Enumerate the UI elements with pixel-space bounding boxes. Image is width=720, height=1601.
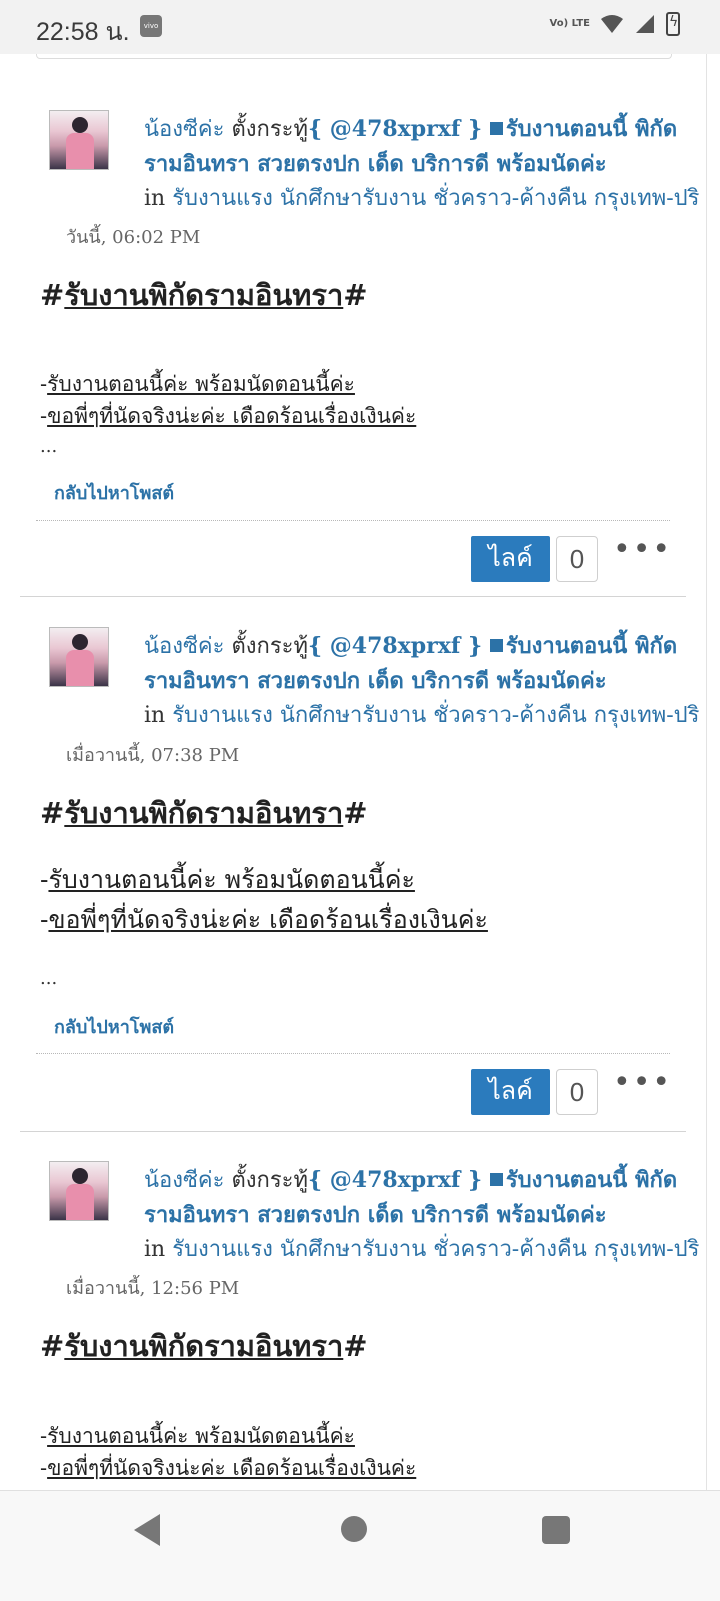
post-meta: น้องซีค่ะ ตั้งกระทู้{ @478xprxf } รับงาน… (144, 112, 720, 216)
body-line: -รับงานตอนนี้ค่ะ พร้อมนัดตอนนี้ค่ะ (40, 1424, 355, 1448)
like-button[interactable]: ไลค์ (471, 536, 550, 582)
recents-square-icon[interactable] (542, 1516, 570, 1544)
handle-text: { @478xprxf } (307, 633, 483, 659)
post-meta: น้องซีค่ะ ตั้งกระทู้{ @478xprxf } รับงาน… (144, 1163, 720, 1267)
more-options-icon[interactable]: ••• (613, 535, 672, 565)
body-link[interactable]: รับงานตอนนี้ค่ะ พร้อมนัดตอนนี้ค่ะ (47, 1424, 355, 1448)
action-text: ตั้งกระทู้ (231, 117, 308, 142)
status-bar: 22:58 น. vivo Vo) LTE (0, 0, 720, 54)
handle-text: { @478xprxf } (307, 1167, 483, 1193)
body-line: -ขอพี่ๆที่นัดจริงน่ะค่ะ เดือดร้อนเรื่องเ… (40, 905, 488, 934)
content-right-border (706, 54, 707, 1490)
back-triangle-icon[interactable] (134, 1514, 160, 1546)
post-separator (20, 1131, 686, 1132)
cellular-signal-icon (636, 15, 654, 33)
square-bullet-icon (489, 122, 503, 135)
status-icons: Vo) LTE (550, 12, 680, 36)
post-title-link-cont[interactable]: รามอินทรา สวยตรงปก เด็ด บริการดี พร้อมนั… (144, 668, 607, 694)
back-to-post-link[interactable]: กลับไปหาโพสต์ (54, 1012, 174, 1041)
post-title-link-cont[interactable]: รามอินทรา สวยตรงปก เด็ด บริการดี พร้อมนั… (144, 151, 607, 177)
feed: น้องซีค่ะ ตั้งกระทู้{ @478xprxf } รับงาน… (0, 54, 720, 1490)
avatar[interactable] (49, 110, 109, 170)
square-bullet-icon (489, 639, 503, 652)
body-link[interactable]: ขอพี่ๆที่นัดจริงน่ะค่ะ เดือดร้อนเรื่องเง… (48, 905, 487, 934)
back-to-post-link[interactable]: กลับไปหาโพสต์ (54, 478, 174, 507)
home-circle-icon[interactable] (341, 1516, 367, 1542)
like-count: 0 (556, 536, 598, 582)
ellipsis: ... (40, 968, 58, 989)
in-label: in (144, 186, 166, 211)
timestamp: เมื่อวานนี้, 07:38 PM (66, 745, 240, 766)
post-headline: #รับงานพิกัดรามอินทรา# (40, 796, 368, 830)
system-navigation-bar (0, 1490, 720, 1601)
more-options-icon[interactable]: ••• (613, 1068, 672, 1098)
action-text: ตั้งกระทู้ (231, 634, 308, 659)
post-title-link-cont[interactable]: รามอินทรา สวยตรงปก เด็ด บริการดี พร้อมนั… (144, 1202, 607, 1228)
forum-link[interactable]: รับงานแรง นักศึกษารับงาน ชั่วคราว-ค้างคื… (172, 186, 699, 211)
headline-link[interactable]: รับงานพิกัดรามอินทรา (64, 1329, 343, 1363)
post-headline: #รับงานพิกัดรามอินทรา# (40, 1329, 368, 1363)
wifi-icon (601, 15, 623, 33)
body-link[interactable]: รับงานตอนนี้ค่ะ พร้อมนัดตอนนี้ค่ะ (47, 372, 355, 396)
handle-text: { @478xprxf } (307, 116, 483, 142)
body-line: -ขอพี่ๆที่นัดจริงน่ะค่ะ เดือดร้อนเรื่องเ… (40, 1456, 417, 1480)
body-line: -รับงานตอนนี้ค่ะ พร้อมนัดตอนนี้ค่ะ (40, 865, 415, 894)
action-text: ตั้งกระทู้ (231, 1168, 308, 1193)
headline-link[interactable]: รับงานพิกัดรามอินทรา (64, 278, 343, 312)
vivo-app-icon: vivo (140, 15, 162, 37)
body-link[interactable]: ขอพี่ๆที่นัดจริงน่ะค่ะ เดือดร้อนเรื่องเง… (47, 1456, 416, 1480)
battery-charging-icon (666, 12, 680, 36)
ellipsis: ... (40, 436, 58, 457)
post-headline: #รับงานพิกัดรามอินทรา# (40, 278, 368, 312)
previous-card-edge (36, 54, 672, 59)
timestamp: เมื่อวานนี้, 12:56 PM (66, 1278, 240, 1299)
divider (36, 1053, 670, 1054)
avatar[interactable] (49, 1161, 109, 1221)
post-title-link[interactable]: { @478xprxf } รับงานตอนนี้ พิกัด (308, 633, 677, 659)
in-label: in (144, 703, 166, 728)
author-link[interactable]: น้องซีค่ะ (144, 634, 224, 659)
body-link[interactable]: รับงานตอนนี้ค่ะ พร้อมนัดตอนนี้ค่ะ (48, 865, 414, 894)
author-link[interactable]: น้องซีค่ะ (144, 1168, 224, 1193)
like-count: 0 (556, 1069, 598, 1115)
post-title-link[interactable]: { @478xprxf } รับงานตอนนี้ พิกัด (308, 116, 677, 142)
body-line: -รับงานตอนนี้ค่ะ พร้อมนัดตอนนี้ค่ะ (40, 372, 355, 396)
like-button[interactable]: ไลค์ (471, 1069, 550, 1115)
body-line: -ขอพี่ๆที่นัดจริงน่ะค่ะ เดือดร้อนเรื่องเ… (40, 404, 417, 428)
status-time: 22:58 น. (36, 18, 130, 46)
headline-link[interactable]: รับงานพิกัดรามอินทรา (64, 796, 343, 830)
avatar[interactable] (49, 627, 109, 687)
forum-link[interactable]: รับงานแรง นักศึกษารับงาน ชั่วคราว-ค้างคื… (172, 703, 699, 728)
square-bullet-icon (489, 1173, 503, 1186)
post-title-link[interactable]: { @478xprxf } รับงานตอนนี้ พิกัด (308, 1167, 677, 1193)
timestamp: วันนี้, 06:02 PM (66, 227, 201, 248)
forum-link[interactable]: รับงานแรง นักศึกษารับงาน ชั่วคราว-ค้างคื… (172, 1237, 699, 1262)
post-meta: น้องซีค่ะ ตั้งกระทู้{ @478xprxf } รับงาน… (144, 629, 720, 733)
author-link[interactable]: น้องซีค่ะ (144, 117, 224, 142)
in-label: in (144, 1237, 166, 1262)
volte-icon: Vo) LTE (549, 18, 590, 29)
body-link[interactable]: ขอพี่ๆที่นัดจริงน่ะค่ะ เดือดร้อนเรื่องเง… (47, 404, 416, 428)
post-separator (20, 596, 686, 597)
divider (36, 520, 670, 521)
